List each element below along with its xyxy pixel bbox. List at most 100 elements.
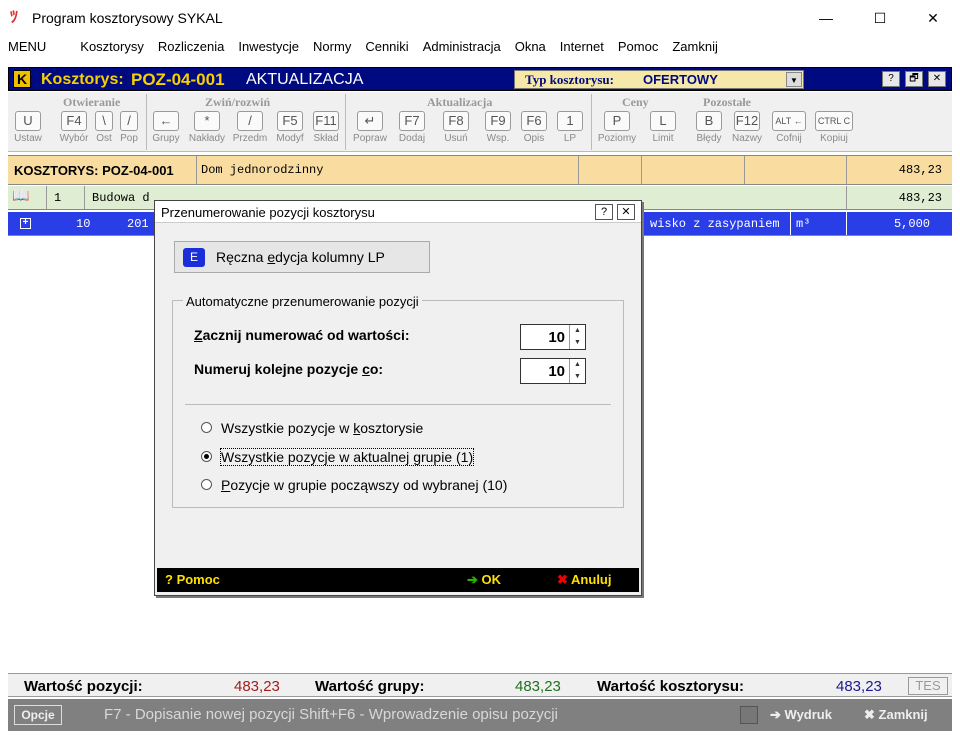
- close-document-button[interactable]: ✖ Zamknij: [864, 707, 928, 723]
- dialog-divider: [185, 404, 611, 405]
- toolbar-button-lp[interactable]: 1 LP: [553, 111, 587, 149]
- toolbar-button-usun[interactable]: F8 Usuń: [438, 111, 474, 149]
- close-button[interactable]: ✕: [910, 0, 956, 36]
- arrow-right-icon: ➔: [467, 572, 478, 587]
- menu-item-normy[interactable]: Normy: [306, 36, 358, 58]
- toolbar-button-ustaw[interactable]: U Ustaw: [10, 111, 46, 149]
- menu-item-menu[interactable]: MENU: [0, 36, 53, 58]
- toolbar-button-sklad[interactable]: F11 Skład: [309, 111, 343, 149]
- dialog-help-link[interactable]: ? Pomoc: [165, 572, 220, 587]
- tes-button[interactable]: TES: [908, 677, 948, 695]
- toolbar-button-limit[interactable]: L Limit: [646, 111, 680, 149]
- menu-item-cenniki[interactable]: Cenniki: [358, 36, 415, 58]
- stepper-arrows-icon[interactable]: ▲ ▼: [569, 359, 585, 383]
- dialog-help-button[interactable]: ?: [595, 204, 613, 220]
- manual-edit-lp-button[interactable]: E Ręczna edycja kolumny LP: [174, 241, 430, 273]
- group-number: 1: [54, 191, 62, 205]
- x-icon: ✖: [864, 707, 875, 722]
- group-name: Budowa d: [92, 191, 150, 205]
- arrow-right-icon: ➔: [770, 707, 781, 722]
- toolbar-button-modyf[interactable]: F5 Modyf: [272, 111, 308, 149]
- position-value: 483,23: [234, 678, 280, 695]
- kosztorys-header: K Kosztorys: POZ-04-001 AKTUALIZACJA Typ…: [8, 67, 952, 91]
- toolbar-button-nazwy[interactable]: F12 Nazwy: [729, 111, 765, 149]
- group-label-aktualizacja: Aktualizacja: [427, 95, 493, 109]
- x-icon: ✖: [557, 572, 568, 587]
- chevron-down-icon[interactable]: ▼: [786, 72, 802, 87]
- toolbar-button-popraw[interactable]: ↵ Popraw: [348, 111, 392, 149]
- group-label-ceny: Ceny: [622, 95, 649, 109]
- k-logo-icon: K: [13, 70, 31, 88]
- toolbar-button-bledy[interactable]: B Błędy: [692, 111, 726, 149]
- toolbar-separator: [146, 94, 147, 150]
- menu-item-pomoc[interactable]: Pomoc: [611, 36, 665, 58]
- menu-item-zamknij[interactable]: Zamknij: [665, 36, 725, 58]
- toolbar-button-grupy[interactable]: ← Grupy: [149, 111, 183, 149]
- book-icon: 📖: [12, 189, 30, 205]
- minimize-button[interactable]: —: [803, 0, 849, 36]
- toolbar-button-kopiuj[interactable]: CTRL C Kopiuj: [812, 111, 856, 149]
- manual-edit-label: Ręczna edycja kolumny LP: [216, 249, 385, 265]
- group-label-zwin: Zwiń/rozwiń: [205, 95, 271, 109]
- dialog-close-button[interactable]: ✕: [617, 204, 635, 220]
- header-mode: AKTUALIZACJA: [246, 71, 364, 88]
- toolbar-button-wybor[interactable]: F4 Wybór: [55, 111, 93, 149]
- menu-item-rozliczenia[interactable]: Rozliczenia: [151, 36, 231, 58]
- header-close-button[interactable]: ✕: [928, 71, 946, 87]
- options-button[interactable]: Opcje: [14, 705, 62, 725]
- print-button[interactable]: ➔ Wydruk: [770, 707, 832, 723]
- position-quantity: 5,000: [893, 217, 930, 231]
- dialog-footer: ? Pomoc ➔ OK ✖ Anuluj: [157, 568, 639, 592]
- start-value-label: Zacznij numerować od wartości:: [194, 327, 410, 343]
- auto-renumber-legend: Automatyczne przenumerowanie pozycji: [183, 294, 422, 309]
- dialog-cancel-button[interactable]: ✖ Anuluj: [557, 572, 611, 588]
- expand-plus-icon[interactable]: +: [20, 218, 31, 229]
- print-checkbox[interactable]: [740, 706, 758, 724]
- group-label-pozostale: Pozostałe: [703, 95, 751, 109]
- maximize-button[interactable]: ☐: [857, 0, 903, 36]
- position-value-label: Wartość pozycji:: [24, 678, 143, 695]
- toolbar-button-opis[interactable]: F6 Opis: [517, 111, 551, 149]
- stepper-arrows-icon[interactable]: ▲ ▼: [569, 325, 585, 349]
- bottom-bar: Opcje F7 - Dopisanie nowej pozycji Shift…: [8, 699, 952, 731]
- step-value-stepper[interactable]: 10 ▲ ▼: [520, 358, 586, 384]
- toolbar-button-przedm[interactable]: / Przedm: [230, 111, 270, 149]
- header-label: Kosztorys:: [41, 71, 124, 88]
- app-logo-icon: ﾂ: [10, 9, 19, 26]
- header-code: POZ-04-001: [131, 70, 225, 89]
- toolbar-button-cofnij[interactable]: ALT ← Cofnij: [769, 111, 809, 149]
- dialog-titlebar: Przenumerowanie pozycji kosztorysu ? ✕: [155, 201, 641, 223]
- header-help-button[interactable]: ?: [882, 71, 900, 87]
- kosztorys-value-label: Wartość kosztorysu:: [597, 678, 744, 695]
- toolbar-button-naklady[interactable]: * Nakłady: [185, 111, 229, 149]
- toolbar-button-pop[interactable]: / Pop: [116, 111, 142, 149]
- position-unit: m³: [796, 217, 811, 231]
- start-value-stepper[interactable]: 10 ▲ ▼: [520, 324, 586, 350]
- toolbar-button-dodaj[interactable]: F7 Dodaj: [394, 111, 430, 149]
- position-code: 201: [127, 217, 149, 231]
- toolbar-button-ost[interactable]: \ Ost: [92, 111, 116, 149]
- menu-item-internet[interactable]: Internet: [553, 36, 611, 58]
- menu-item-kosztorysy[interactable]: Kosztorysy: [73, 36, 151, 58]
- group-total-value: 483,23: [515, 678, 561, 695]
- dialog-ok-button[interactable]: ➔ OK: [467, 572, 501, 588]
- menu-item-administracja[interactable]: Administracja: [416, 36, 508, 58]
- step-value-label: Numeruj kolejne pozycje co:: [194, 361, 384, 377]
- toolbar: Otwieranie Zwiń/rozwiń Aktualizacja Ceny…: [8, 92, 952, 152]
- typ-label: Typ kosztorysu:: [525, 72, 614, 87]
- window-titlebar: ﾂ Program kosztorysowy SYKAL — ☐ ✕: [0, 0, 960, 36]
- toolbar-button-wsp[interactable]: F9 Wsp.: [480, 111, 516, 149]
- menu-item-okna[interactable]: Okna: [508, 36, 553, 58]
- position-number: 10: [76, 217, 91, 231]
- key-e-icon: E: [183, 248, 205, 267]
- menu-item-inwestycje[interactable]: Inwestycje: [231, 36, 306, 58]
- kosztorys-label: KOSZTORYS: POZ-04-001: [14, 163, 174, 178]
- typ-kosztorysu-select[interactable]: Typ kosztorysu: OFERTOWY ▼: [514, 70, 804, 89]
- group-value-label: Wartość grupy:: [315, 678, 425, 695]
- group-label-otwieranie: Otwieranie: [63, 95, 121, 109]
- header-restore-button[interactable]: 🗗: [905, 71, 923, 87]
- table-row-kosztorys[interactable]: KOSZTORYS: POZ-04-001 Dom jednorodzinny …: [8, 155, 952, 185]
- toolbar-separator: [591, 94, 592, 150]
- toolbar-button-poziomy[interactable]: P Poziomy: [593, 111, 641, 149]
- toolbar-separator: [345, 94, 346, 150]
